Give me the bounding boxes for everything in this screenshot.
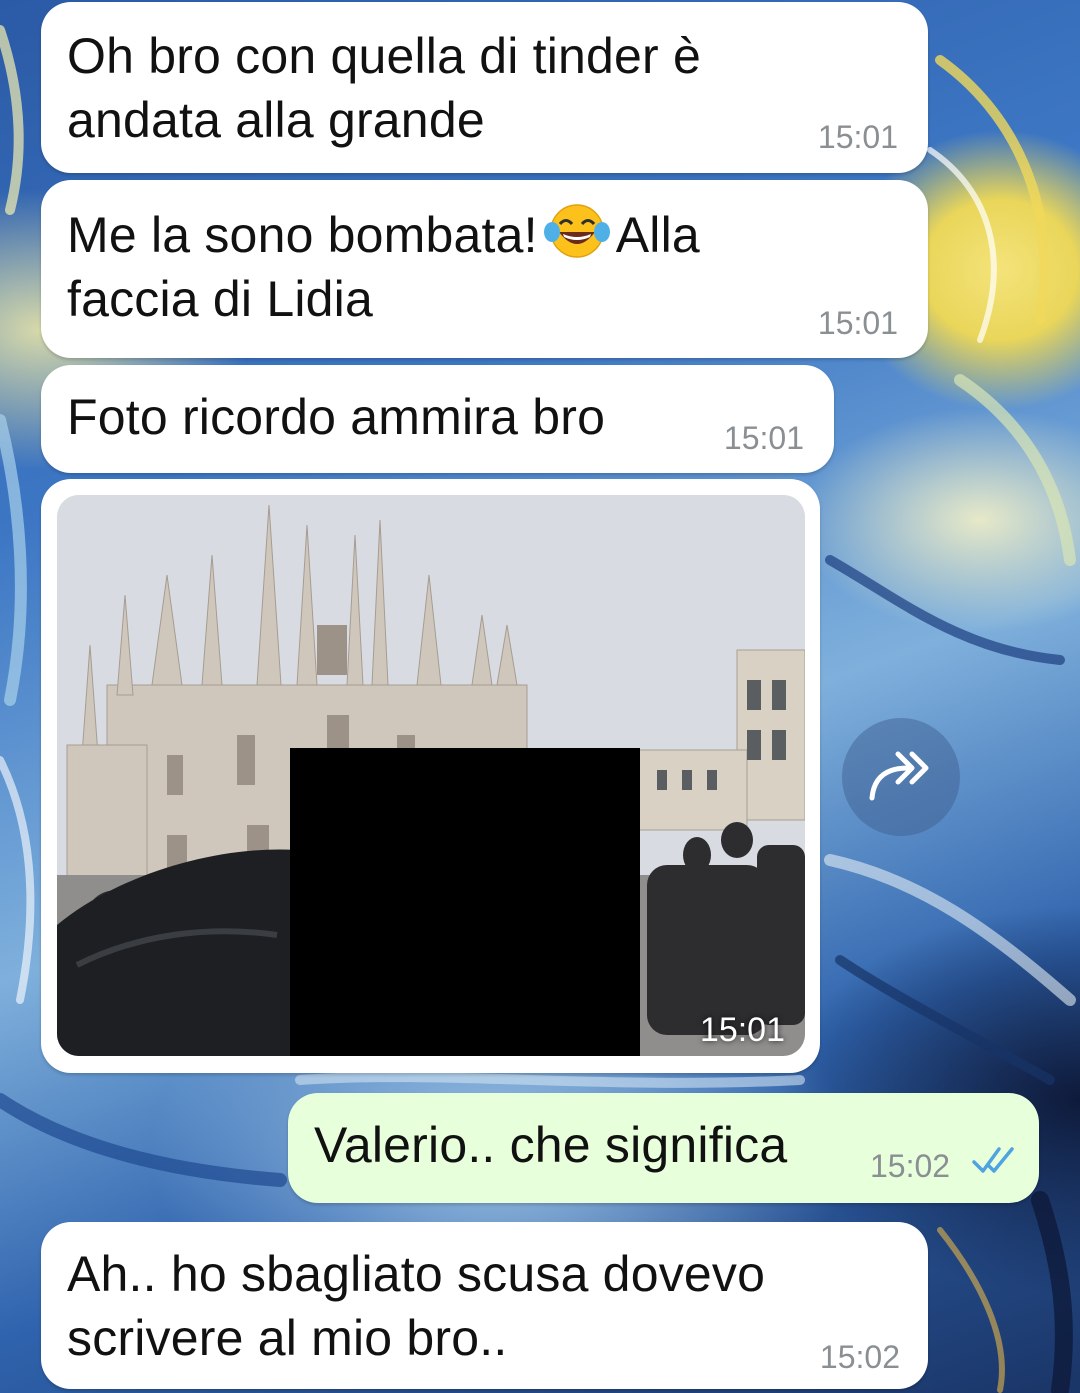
message-text: Me la sono bombata! Alla faccia di Lidia bbox=[67, 202, 700, 331]
message-timestamp: 15:02 bbox=[819, 1339, 900, 1375]
message-text: Valerio.. che significa bbox=[314, 1117, 788, 1173]
photo-timestamp: 15:01 bbox=[699, 1011, 785, 1049]
forward-icon bbox=[869, 751, 929, 801]
message-timestamp: 15:01 bbox=[817, 305, 898, 341]
message-bubble-incoming[interactable]: Ah.. ho sbagliato scusa dovevo scrivere … bbox=[41, 1222, 928, 1389]
message-bubble-incoming[interactable]: Oh bro con quella di tinder è andata all… bbox=[41, 2, 928, 173]
message-bubble-incoming[interactable]: Me la sono bombata! Alla faccia di Lidia… bbox=[41, 180, 928, 358]
message-text: Foto ricordo ammira bro bbox=[67, 389, 606, 445]
message-bubble-outgoing[interactable]: Valerio.. che significa 15:02 bbox=[288, 1093, 1039, 1203]
face-with-tears-of-joy-icon bbox=[543, 202, 610, 260]
forward-button[interactable] bbox=[842, 718, 960, 836]
message-timestamp: 15:01 bbox=[817, 119, 898, 155]
message-timestamp: 15:02 bbox=[870, 1148, 951, 1184]
message-text: Ah.. ho sbagliato scusa dovevo scrivere … bbox=[67, 1246, 766, 1366]
message-text: Oh bro con quella di tinder è andata all… bbox=[67, 28, 701, 148]
message-bubble-incoming[interactable]: Foto ricordo ammira bro 15:01 bbox=[41, 365, 834, 473]
double-check-icon bbox=[972, 1144, 1018, 1183]
message-timestamp: 15:01 bbox=[723, 420, 804, 456]
cathedral-photo bbox=[57, 495, 805, 1056]
photo-attachment[interactable]: 15:01 bbox=[57, 495, 805, 1056]
